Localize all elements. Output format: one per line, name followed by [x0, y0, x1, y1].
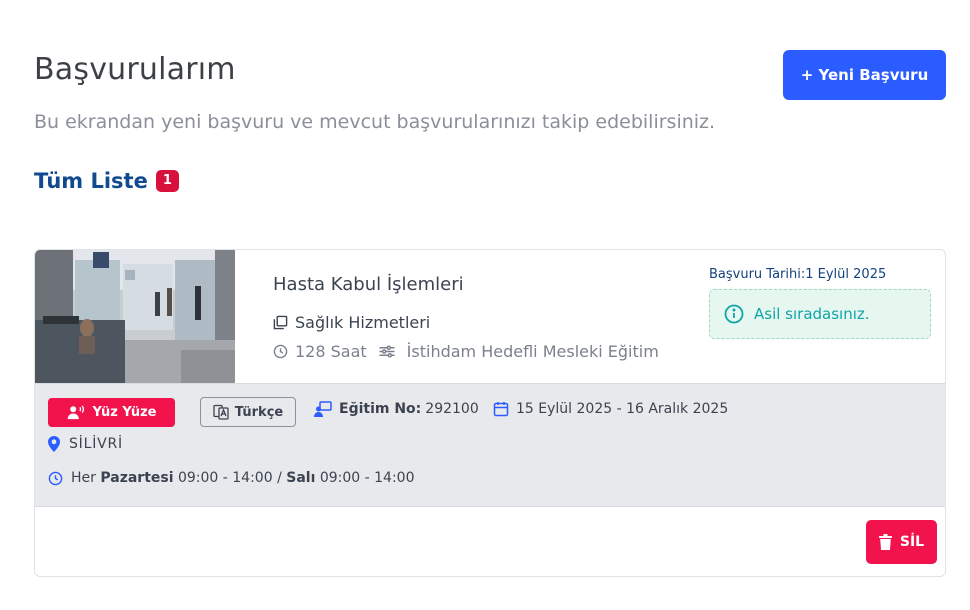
language-tag: Türkçe — [200, 397, 296, 427]
location-row: SİLİVRİ — [48, 436, 123, 452]
clock-icon — [273, 344, 288, 359]
status-text: Asil sıradasınız. — [754, 305, 870, 323]
card-details: Yüz Yüze Türkçe Eğitim No: 292100 15 Eyl… — [35, 383, 945, 507]
delete-button[interactable]: SİL — [866, 520, 937, 564]
teacher-icon — [314, 401, 332, 417]
mode-label: Yüz Yüze — [92, 405, 157, 420]
trash-icon — [878, 534, 892, 550]
application-card: Hasta Kabul İşlemleri Sağlık Hizmetleri … — [34, 249, 946, 577]
training-number: Eğitim No: 292100 — [314, 401, 479, 417]
schedule-row: Her Pazartesi 09:00 - 14:00 / Salı 09:00… — [48, 470, 415, 486]
calendar-icon — [493, 402, 509, 417]
status-box: Asil sıradasınız. — [709, 289, 931, 339]
application-date: Başvuru Tarihi:1 Eylül 2025 — [709, 267, 887, 282]
schedule-time-2: 09:00 - 14:00 — [319, 470, 415, 486]
list-heading-label: Tüm Liste — [34, 169, 148, 193]
card-header: Hasta Kabul İşlemleri Sağlık Hizmetleri … — [35, 250, 945, 383]
location-pin-icon — [48, 436, 60, 452]
date-range-value: 15 Eylül 2025 - 16 Aralık 2025 — [516, 401, 729, 417]
language-label: Türkçe — [234, 404, 284, 420]
details-row: 128 Saat İstihdam Hedefli Mesleki Eğitim — [273, 342, 659, 361]
delete-label: SİL — [899, 534, 925, 550]
course-category: Sağlık Hizmetleri — [295, 313, 431, 332]
schedule-time-1: 09:00 - 14:00 — [177, 470, 273, 486]
course-title: Hasta Kabul İşlemleri — [273, 274, 464, 295]
course-duration: 128 Saat — [295, 342, 367, 361]
schedule-text: Her Pazartesi 09:00 - 14:00 / Salı 09:00… — [71, 470, 415, 486]
page-subtitle: Bu ekrandan yeni başvuru ve mevcut başvu… — [34, 111, 716, 133]
count-badge: 1 — [155, 170, 179, 192]
sliders-icon — [379, 345, 395, 358]
schedule-prefix: Her — [71, 470, 96, 486]
course-thumbnail — [35, 250, 235, 383]
speaking-person-icon — [67, 405, 84, 420]
schedule-day-1: Pazartesi — [100, 470, 174, 486]
schedule-separator: / — [277, 470, 282, 486]
clock-icon — [48, 471, 63, 485]
date-range: 15 Eylül 2025 - 16 Aralık 2025 — [493, 401, 728, 417]
translate-icon — [213, 404, 229, 420]
new-application-button[interactable]: + Yeni Başvuru — [783, 50, 946, 100]
mode-tag: Yüz Yüze — [48, 398, 175, 427]
schedule-day-2: Salı — [286, 470, 316, 486]
program-type: İstihdam Hedefli Mesleki Eğitim — [406, 342, 659, 361]
copy-icon — [273, 315, 288, 330]
location-value: SİLİVRİ — [69, 436, 123, 452]
list-heading: Tüm Liste 1 — [34, 169, 179, 193]
page-title: Başvurularım — [34, 52, 236, 87]
training-number-label: Eğitim No: — [339, 401, 422, 417]
info-icon — [724, 304, 744, 324]
category-row: Sağlık Hizmetleri — [273, 313, 430, 332]
training-number-value: 292100 — [425, 401, 479, 417]
